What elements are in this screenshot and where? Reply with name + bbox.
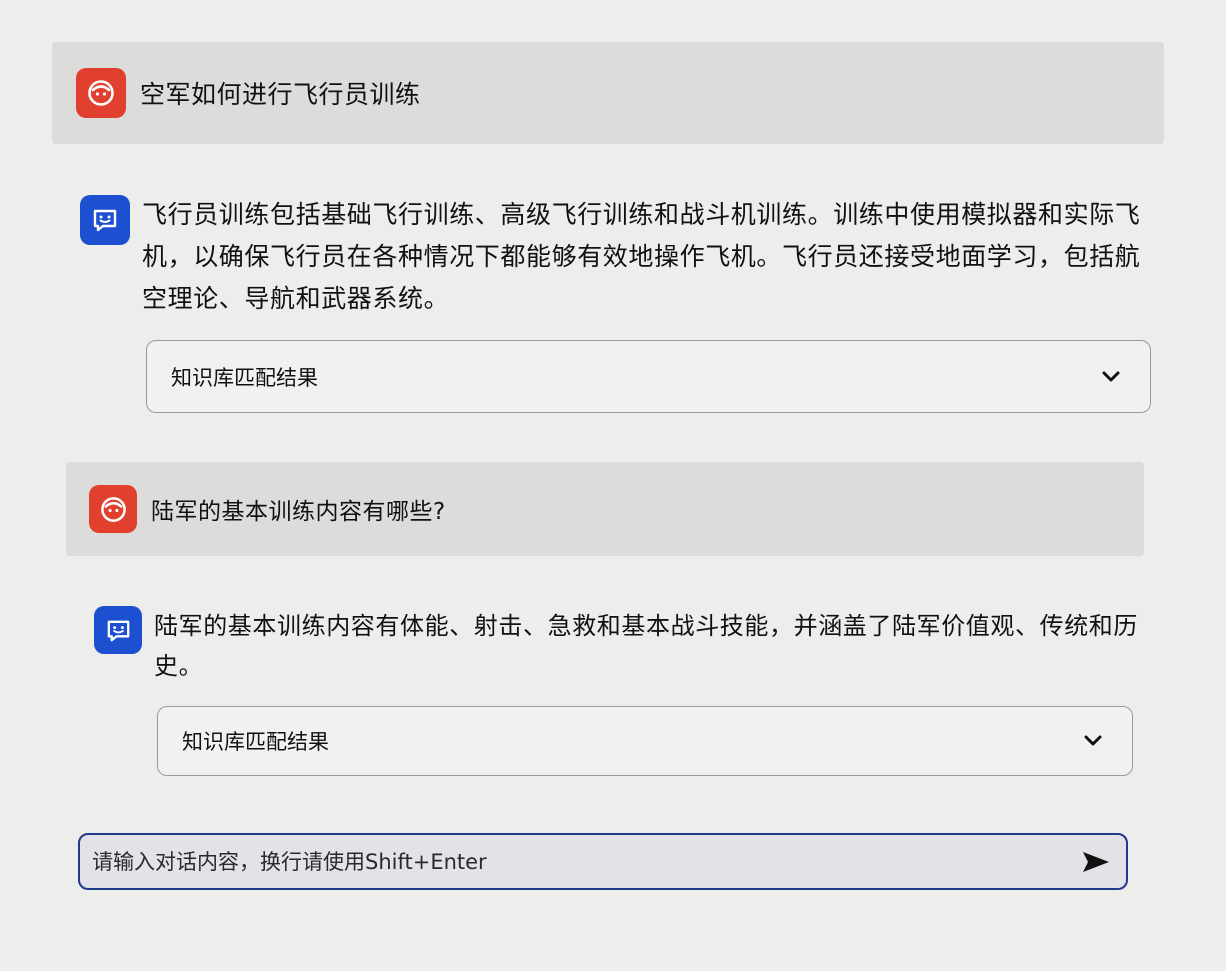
bot-avatar xyxy=(94,606,142,654)
bot-message-text: 飞行员训练包括基础飞行训练、高级飞行训练和战斗机训练。训练中使用模拟器和实际飞机… xyxy=(142,200,1141,313)
user-message-text: 陆军的基本训练内容有哪些? xyxy=(151,499,446,525)
bot-message-text: 陆军的基本训练内容有体能、射击、急救和基本战斗技能，并涵盖了陆军价值观、传统和历… xyxy=(154,612,1138,680)
knowledge-results-label: 知识库匹配结果 xyxy=(182,730,329,754)
chat-bot-icon xyxy=(107,620,129,641)
send-icon xyxy=(1083,851,1109,872)
knowledge-results-toggle[interactable]: 知识库匹配结果 xyxy=(157,706,1133,776)
user-face-icon xyxy=(100,496,126,522)
knowledge-results-toggle[interactable]: 知识库匹配结果 xyxy=(146,340,1151,413)
chevron-down-icon[interactable] xyxy=(1084,735,1102,747)
chevron-down-icon[interactable] xyxy=(1102,371,1120,383)
chat-bot-icon xyxy=(93,209,117,232)
user-avatar xyxy=(89,485,137,533)
chat-input-bar xyxy=(78,833,1128,890)
send-button[interactable] xyxy=(1066,835,1126,888)
user-message-text: 空军如何进行飞行员训练 xyxy=(140,80,421,109)
user-face-icon xyxy=(88,80,114,106)
user-message: 空军如何进行飞行员训练 xyxy=(52,42,1164,144)
chat-input[interactable] xyxy=(80,834,1066,889)
user-message: 陆军的基本训练内容有哪些? xyxy=(66,462,1144,556)
knowledge-results-label: 知识库匹配结果 xyxy=(171,365,318,390)
user-avatar xyxy=(76,68,126,118)
bot-avatar xyxy=(80,195,130,245)
